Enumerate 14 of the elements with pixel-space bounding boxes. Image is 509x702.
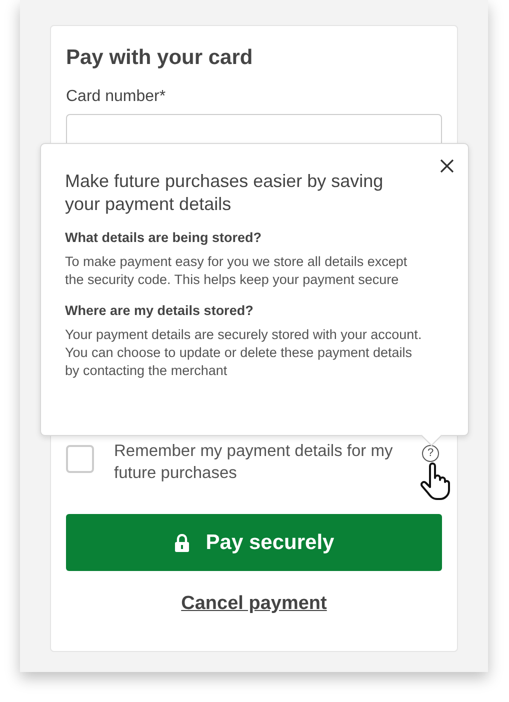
section-text: To make payment easy for you we store all details except the security code. This helps keep your payment secure	[65, 253, 408, 289]
section-text: Your payment details are securely stored with your account. You can choose to update or delete these payment details by contacting the merchant	[65, 326, 422, 380]
card-title: Pay with your card	[66, 46, 254, 70]
popover-title: Make future purchases easier by saving your payment details	[65, 170, 384, 216]
remember-label: Remember my payment details for my future purchases	[114, 441, 394, 484]
pay-button[interactable]: Pay securely	[66, 514, 442, 571]
section-heading: What details are being stored?	[65, 230, 263, 245]
lock-icon	[174, 534, 190, 552]
remember-checkbox[interactable]	[66, 445, 94, 473]
section-heading: Where are my details stored?	[65, 303, 254, 318]
hand-cursor-icon	[420, 462, 450, 502]
cancel-link[interactable]: Cancel payment	[181, 593, 327, 614]
card-number-label: Card number*	[66, 88, 167, 106]
close-icon[interactable]	[440, 159, 454, 173]
